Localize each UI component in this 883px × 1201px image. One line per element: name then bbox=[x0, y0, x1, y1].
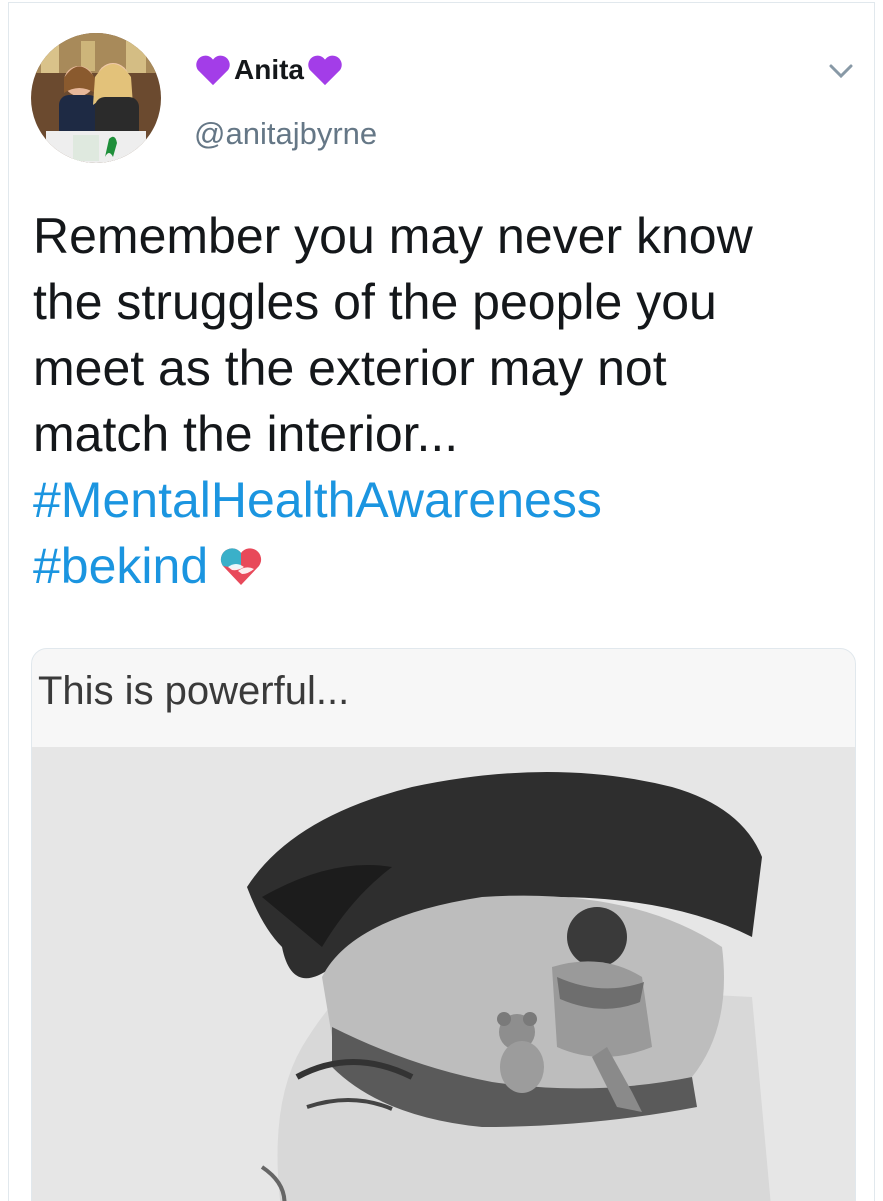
tweet-card: Anita @anitajbyrne Remember you may neve… bbox=[8, 2, 875, 1201]
heart-with-hands-icon bbox=[221, 548, 262, 585]
tweet-text-line: match the interior... bbox=[33, 406, 459, 462]
author-name-text: Anita bbox=[234, 54, 304, 85]
tweet-text-line: Remember you may never know bbox=[33, 208, 753, 264]
hashtag-link[interactable]: #bekind bbox=[33, 538, 208, 594]
chevron-down-icon[interactable] bbox=[826, 61, 856, 81]
author-handle[interactable]: @anitajbyrne bbox=[194, 116, 377, 152]
tweet-text: Remember you may never know the struggle… bbox=[33, 203, 853, 599]
purple-heart-icon bbox=[196, 55, 230, 86]
media-caption: This is powerful... bbox=[38, 669, 350, 713]
hashtag-link[interactable]: #MentalHealthAwareness bbox=[33, 472, 602, 528]
pencil-drawing-image bbox=[32, 747, 855, 1201]
avatar-photo bbox=[31, 33, 161, 163]
media-attachment[interactable]: This is powerful... bbox=[31, 648, 856, 1201]
tweet-text-line: meet as the exterior may not bbox=[33, 340, 667, 396]
avatar[interactable] bbox=[31, 33, 161, 163]
author-name[interactable]: Anita bbox=[194, 53, 344, 87]
tweet-text-line: the struggles of the people you bbox=[33, 274, 717, 330]
purple-heart-icon bbox=[308, 55, 342, 86]
